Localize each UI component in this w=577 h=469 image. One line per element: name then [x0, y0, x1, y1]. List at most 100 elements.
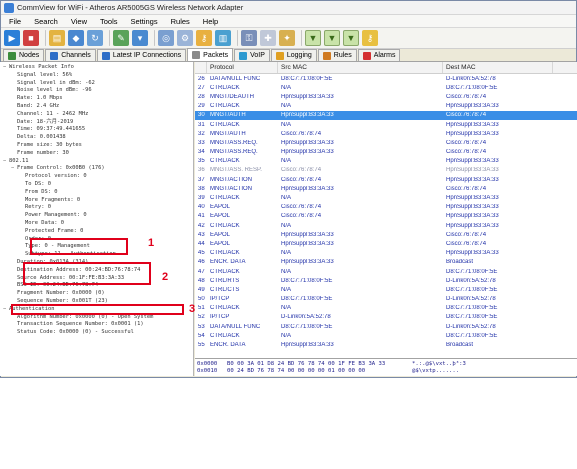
tree-node[interactable]: Fragment Number: 0x0000 (0) [0, 290, 193, 298]
packet-protocol: ENCR. DATA [210, 342, 246, 349]
packet-row[interactable]: 37 MNGT/ACTION Cisco:76:78:74 HpnSuppl:B3:3… [195, 175, 577, 184]
menu-search[interactable]: Search [28, 17, 65, 26]
packet-row[interactable]: 50 IP/TCP D8:C7:71:08:0F:5E D-Link0n:5A:52:… [195, 295, 577, 304]
packet-row[interactable]: 32 MNGT/AUTH Cisco:76:78:74 HpnSuppl:B3:3A:… [195, 129, 577, 138]
tree-node[interactable]: Transaction Sequence Number: 0x0001 (1) [0, 321, 193, 329]
tree-node[interactable]: − Wireless Packet Info [0, 64, 193, 72]
packet-row[interactable]: 49 CTRL/CTS N/A D8:C7:71:08:0F:5E [195, 285, 577, 294]
column-header-number[interactable] [195, 62, 207, 73]
column-header-src-mac[interactable]: Src MAC [278, 62, 443, 73]
statistics-icon[interactable]: ▥ [215, 30, 231, 46]
tree-node[interactable]: Status Code: 0x0000 (0) - Successful [0, 329, 193, 337]
tree-node[interactable]: Protected Frame: 0 [0, 228, 193, 236]
hex-dump[interactable]: 0x0000 B0 00 3A 01 D8 24 BD 76 78 74 00 1… [195, 358, 577, 376]
menu-settings[interactable]: Settings [125, 17, 165, 26]
packet-row[interactable]: 48 CTRL/RTS D8:C7:71:08:0F:5E D-Link0n:5A:5… [195, 276, 577, 285]
tree-node[interactable]: Protocol version: 0 [0, 173, 193, 181]
packet-row[interactable]: 36 MNGT/ASS. RESP. Cisco:76:78:74 HpnSuppl:… [195, 166, 577, 175]
decrypt-icon[interactable]: ⚿ [241, 30, 257, 46]
tree-node[interactable]: Date: 18-六月-2019 [0, 119, 193, 127]
packet-row[interactable]: 33 MNGT/ASS.REQ. HpnSuppl:B3:3A:33 Cisco:76… [195, 138, 577, 147]
packet-row[interactable]: 38 MNGT/ACTION HpnSuppl:B3:3A:33 Cisco:76:7… [195, 184, 577, 193]
menu-rules[interactable]: Rules [165, 17, 197, 26]
packet-row[interactable]: 30 MNGT/AUTH HpnSuppl:B3:3A:33 Cisco:76:78:… [195, 110, 577, 120]
tab-rules[interactable]: Rules [317, 49, 357, 61]
tree-node[interactable]: From DS: 0 [0, 189, 193, 197]
packet-icon[interactable]: ◎ [158, 30, 174, 46]
tree-node[interactable]: − Frame Control: 0x00B0 (176) [0, 165, 193, 173]
lock-icon[interactable]: ⚷ [362, 30, 378, 46]
tab-packets[interactable]: Packets [187, 48, 234, 61]
tab-alarms[interactable]: Alarms [357, 49, 401, 61]
tree-node[interactable]: To DS: 0 [0, 181, 193, 189]
packet-row[interactable]: 55 ENCR. DATA HpnSuppl:B3:3A:33 Broadcast [195, 340, 577, 349]
tree-node[interactable]: Frame size: 30 bytes [0, 142, 193, 150]
packet-row[interactable]: 26 DATA/NULL FUNC D8:C7:71:08:0F:5E D-Link0… [195, 74, 577, 83]
tree-node[interactable]: Channel: 11 - 2462 MHz [0, 111, 193, 119]
tree-node[interactable]: −802.11 [0, 158, 193, 166]
tree-node[interactable]: Power Management: 0 [0, 212, 193, 220]
packet-row[interactable]: 43 EAPOL HpnSuppl:B3:3A:33 Cisco:76:78:74 [195, 230, 577, 239]
column-header-protocol[interactable]: Protocol [207, 62, 278, 73]
tree-node[interactable]: Noise level in dBm: -96 [0, 87, 193, 95]
packet-row[interactable]: 51 CTRL/ACK N/A D8:C7:71:08:0F:5E [195, 304, 577, 313]
packet-row[interactable]: 40 EAPOL Cisco:76:78:74 HpnSuppl:B3:3A:33 [195, 203, 577, 212]
menu-help[interactable]: Help [197, 17, 225, 26]
packet-row[interactable]: 27 CTRL/ACK N/A D8:C7:71:08:0F:5E [195, 83, 577, 92]
settings-dropdown-icon[interactable]: ▾ [132, 30, 148, 46]
tree-node[interactable]: More Fragments: 0 [0, 197, 193, 205]
packet-row[interactable]: 54 CTRL/ACK N/A D8:C7:71:08:0F:5E [195, 331, 577, 340]
wrench-icon[interactable]: ✦ [279, 30, 295, 46]
tab-nodes[interactable]: Nodes [3, 49, 45, 61]
packet-row[interactable]: 41 EAPOL Cisco:76:78:74 HpnSuppl:B3:3A:33 [195, 212, 577, 221]
packet-dest-mac: D-Link0n:5A:52:78 [446, 323, 496, 330]
tree-node[interactable]: Frame number: 30 [0, 150, 193, 158]
save-icon[interactable]: ◆ [68, 30, 84, 46]
hex-bytes: 00 24 BD 76 78 74 00 00 00 00 01 00 00 0… [227, 368, 366, 374]
filter-one-icon[interactable]: ▼ [305, 30, 321, 46]
refresh-icon[interactable]: ↻ [87, 30, 103, 46]
tools-icon[interactable]: ✚ [260, 30, 276, 46]
packet-row[interactable]: 52 IP/TCP D-Link0n:5A:52:78 D8:C7:71:08:0F:… [195, 313, 577, 322]
packet-row[interactable]: 53 DATA/NULL FUNC D8:C7:71:08:0F:5E D-Link0… [195, 322, 577, 331]
tab-logging[interactable]: Logging [270, 49, 317, 61]
packet-row[interactable]: 47 CTRL/ACK N/A D8:C7:71:08:0F:5E [195, 267, 577, 276]
open-folder-icon[interactable]: ▤ [49, 30, 65, 46]
start-capture-icon[interactable]: ▶ [4, 30, 20, 46]
filter-three-icon[interactable]: ▼ [343, 30, 359, 46]
reconstruct-icon[interactable]: ⚙ [177, 30, 193, 46]
packet-number: 50 [198, 296, 205, 303]
tree-node[interactable]: Band: 2.4 GHz [0, 103, 193, 111]
packet-row[interactable]: 34 MNGT/ASS.REQ. HpnSuppl:B3:3A:33 Cisco:76… [195, 148, 577, 157]
packet-row[interactable]: 28 MNGT/DEAUTH HpnSuppl:B3:3A:33 Cisco:76:7… [195, 92, 577, 101]
column-header-dest-mac[interactable]: Dest MAC [443, 62, 553, 73]
packet-row[interactable]: 45 CTRL/ACK N/A HpnSuppl:B3:3A:33 [195, 249, 577, 258]
packet-list-header: Protocol Src MAC Dest MAC [195, 62, 577, 74]
tree-node[interactable]: Time: 09:37:49.441655 [0, 126, 193, 134]
key-icon[interactable]: ⚷ [196, 30, 212, 46]
packet-row[interactable]: 44 EAPOL HpnSuppl:B3:3A:33 Cisco:76:78:74 [195, 239, 577, 248]
tree-node[interactable]: Rate: 1.0 Mbps [0, 95, 193, 103]
tree-node[interactable]: Signal level: 56% [0, 72, 193, 80]
tree-node[interactable]: More Data: 0 [0, 220, 193, 228]
menu-view[interactable]: View [65, 17, 94, 26]
packet-decode-tree[interactable]: − Wireless Packet Info Signal level: 56% Si… [0, 62, 194, 376]
tab-channels[interactable]: Channels [45, 49, 96, 61]
packet-row[interactable]: 42 CTRL/ACK N/A HpnSuppl:B3:3A:33 [195, 221, 577, 230]
menu-file[interactable]: File [3, 17, 28, 26]
stop-capture-icon[interactable]: ■ [23, 30, 39, 46]
packet-row[interactable]: 39 CTRL/ACK N/A HpnSuppl:B3:3A:33 [195, 193, 577, 202]
edit-icon[interactable]: ✎ [113, 30, 129, 46]
tab-voip[interactable]: VoIP [234, 49, 270, 61]
tab-latest-ip-connections[interactable]: Latest IP Connections [96, 49, 187, 61]
packet-row[interactable]: 35 CTRL/ACK N/A HpnSuppl:B3:3A:33 [195, 157, 577, 166]
packet-row[interactable]: 29 CTRL/ACK N/A HpnSuppl:B3:3A:33 [195, 102, 577, 111]
filter-two-icon[interactable]: ▼ [324, 30, 340, 46]
tree-node[interactable]: Signal level in dBm: -62 [0, 80, 193, 88]
tree-node[interactable]: Delta: 0.001438 [0, 134, 193, 142]
tree-node[interactable]: Retry: 0 [0, 204, 193, 212]
packet-list[interactable]: Protocol Src MAC Dest MAC 26 DATA/NULL FU… [195, 62, 577, 358]
packet-row[interactable]: 46 ENCR. DATA HpnSuppl:B3:3A:33 Broadcast [195, 258, 577, 267]
menu-tools[interactable]: Tools [94, 17, 125, 26]
packet-row[interactable]: 31 CTRL/ACK N/A HpnSuppl:B3:3A:33 [195, 120, 577, 129]
